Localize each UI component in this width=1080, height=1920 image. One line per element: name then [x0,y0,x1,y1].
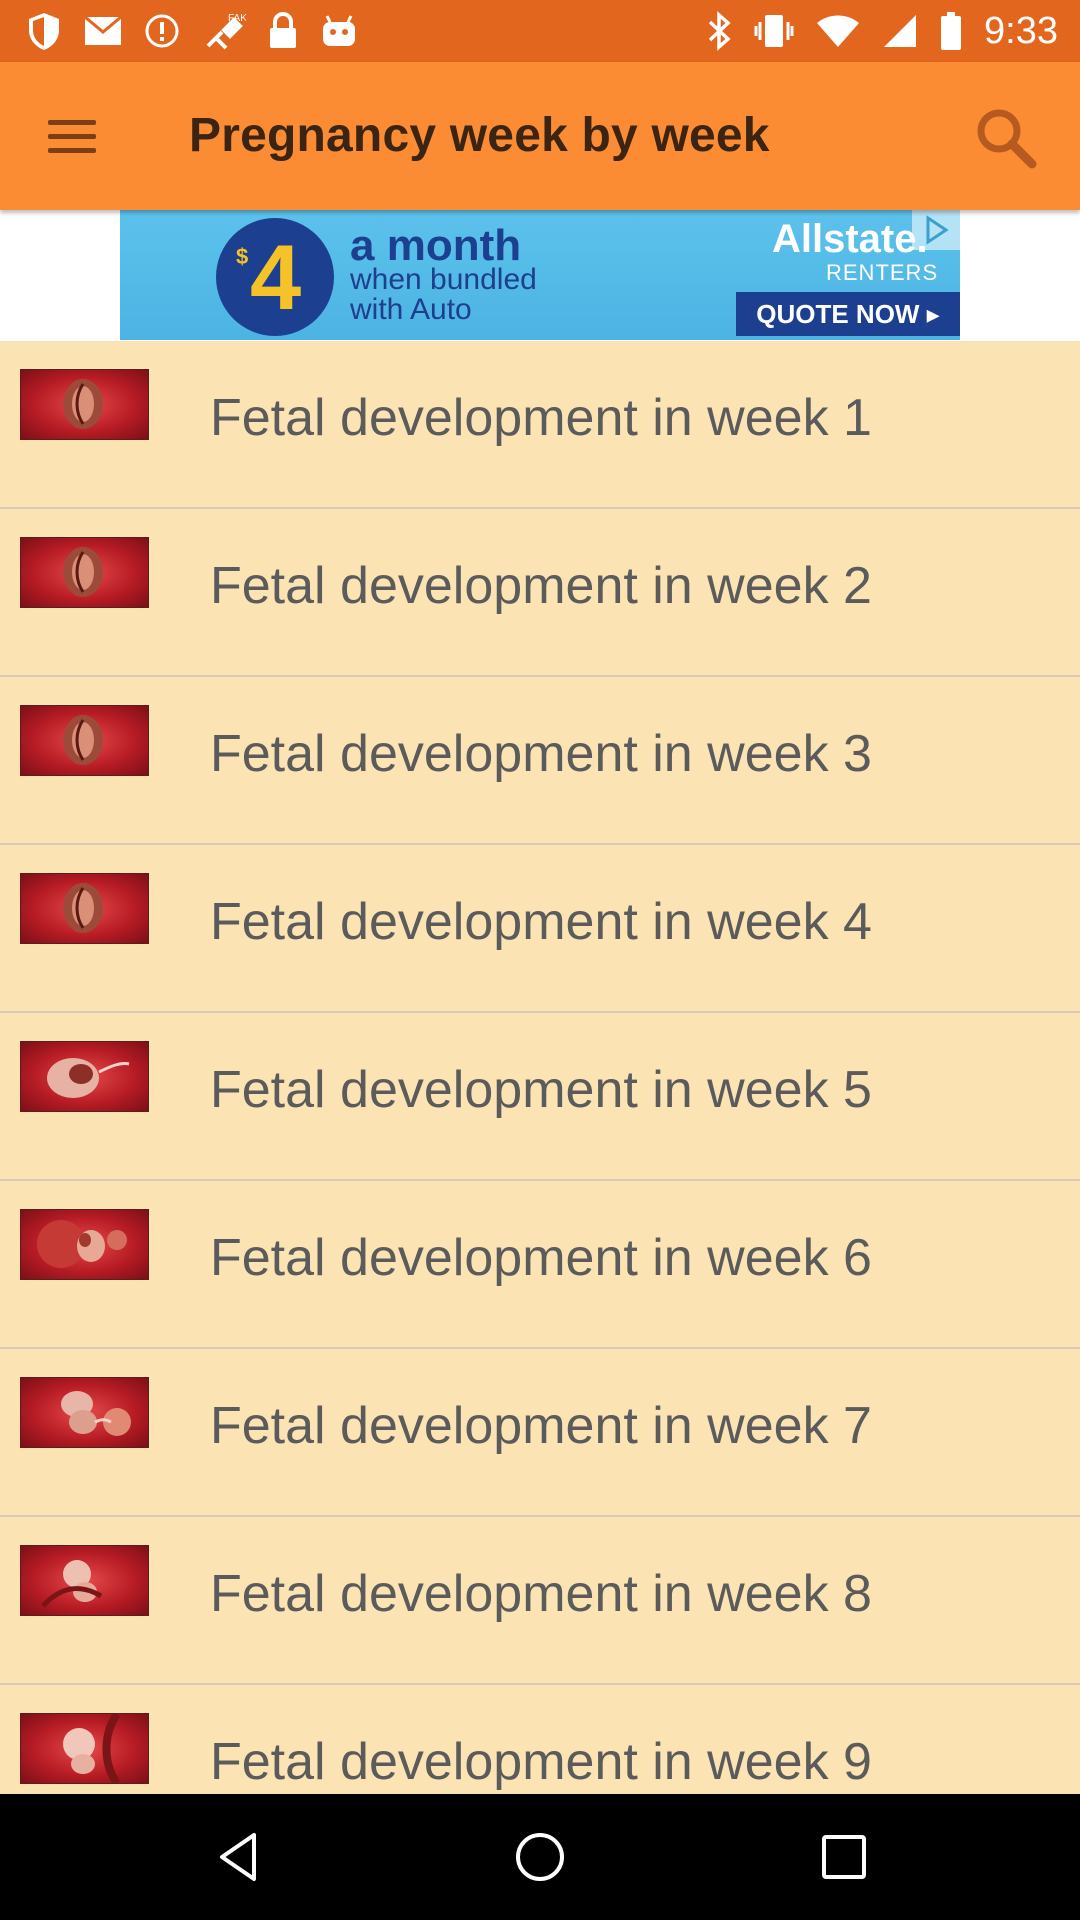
ad-choices-icon[interactable] [912,210,960,250]
battery-icon [940,11,962,51]
app-bar: Pregnancy week by week [0,62,1080,210]
lock-icon [268,12,298,50]
shield-icon [26,11,62,51]
fetus-thumbnail-image [20,1041,149,1112]
ad-banner[interactable]: $ 4 a month when bundled with Auto Allst… [120,210,960,340]
list-item[interactable]: Fetal development in week 4 [0,845,1080,1013]
vibrate-icon [754,12,794,50]
week-label: Fetal development in week 8 [210,1565,872,1623]
mail-icon [84,16,122,46]
svg-text:FAKE: FAKE [228,13,246,24]
wifi-icon [816,13,860,49]
list-item[interactable]: Fetal development in week 5 [0,1013,1080,1181]
alert-icon [144,13,180,49]
bluetooth-icon [706,11,732,51]
week-label: Fetal development in week 9 [210,1733,872,1791]
ad-cta-button[interactable]: QUOTE NOW ▸ [736,292,960,336]
page-title: Pregnancy week by week [189,109,770,162]
fetus-thumbnail-image [20,705,149,776]
week-label: Fetal development in week 1 [210,389,872,447]
search-icon[interactable] [968,100,1044,176]
fetus-thumbnail-image [20,369,149,440]
recents-square-icon[interactable] [814,1827,874,1887]
ad-brand: Allstate. [772,217,928,261]
week-label: Fetal development in week 6 [210,1229,872,1287]
ad-amount: 4 [250,227,302,329]
week-label: Fetal development in week 3 [210,725,872,783]
list-item[interactable]: Fetal development in week 1 [0,341,1080,509]
android-icon [320,14,358,48]
status-bar: FAKE 9:33 [0,0,1080,62]
week-label: Fetal development in week 4 [210,893,872,951]
fetus-thumbnail-image [20,1713,149,1784]
week-label: Fetal development in week 7 [210,1397,872,1455]
ad-dollar: $ [236,244,249,269]
home-circle-icon[interactable] [510,1827,570,1887]
status-time: 9:33 [984,10,1058,52]
list-item[interactable]: Fetal development in week 7 [0,1349,1080,1517]
signal-icon [882,13,918,49]
fetus-thumbnail-image [20,537,149,608]
navigation-bar [0,1794,1080,1920]
ad-product: RENTERS [826,260,939,285]
back-triangle-icon[interactable] [210,1827,270,1887]
ad-subline-2: with Auto [350,293,472,326]
fake-gps-icon: FAKE [202,10,246,52]
fetus-thumbnail-image [20,1377,149,1448]
week-label: Fetal development in week 5 [210,1061,872,1119]
ad-strip: $ 4 a month when bundled with Auto Allst… [0,210,1080,341]
fetus-thumbnail-image [20,873,149,944]
ad-subline-1: when bundled [350,263,537,296]
hamburger-menu-icon[interactable] [44,110,100,162]
week-label: Fetal development in week 2 [210,557,872,615]
fetus-thumbnail-image [20,1545,149,1616]
list-item[interactable]: Fetal development in week 6 [0,1181,1080,1349]
list-item[interactable]: Fetal development in week 2 [0,509,1080,677]
list-item[interactable]: Fetal development in week 8 [0,1517,1080,1685]
list-item[interactable]: Fetal development in week 9 [0,1685,1080,1794]
ad-price-badge: $ 4 [216,218,334,336]
list-item[interactable]: Fetal development in week 3 [0,677,1080,845]
week-list: Fetal development in week 1 Fetal develo… [0,341,1080,1794]
fetus-thumbnail-image [20,1209,149,1280]
